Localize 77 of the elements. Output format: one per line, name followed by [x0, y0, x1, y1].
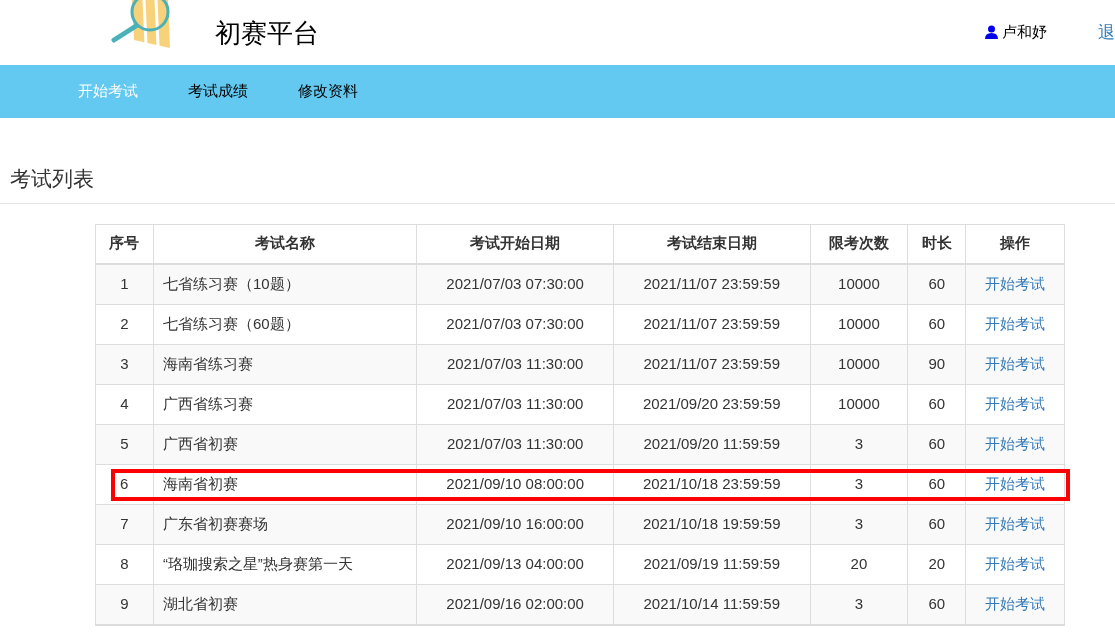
column-header: 操作 — [999, 233, 1032, 254]
table-cell: 90 — [908, 344, 967, 384]
table-cell: 2021/09/19 11:59:59 — [613, 544, 811, 584]
table-cell: 2021/10/18 19:59:59 — [613, 504, 811, 544]
table-cell: 60 — [908, 384, 967, 424]
table-cell: 2021/11/07 23:59:59 — [613, 264, 811, 304]
table-cell: 2021/09/20 23:59:59 — [613, 384, 811, 424]
table-cell: 广西省练习赛 — [153, 384, 418, 424]
table-cell: 1 — [96, 264, 154, 304]
table-cell: 3 — [810, 504, 909, 544]
table-cell: 2021/09/10 16:00:00 — [417, 504, 614, 544]
column-header: 考试开始日期 — [417, 224, 614, 263]
table-cell: 2021/11/07 23:59:59 — [613, 344, 811, 384]
table-cell: 6 — [96, 464, 154, 504]
table-cell: 七省练习赛（60题） — [153, 304, 418, 344]
table-cell: 3 — [810, 424, 909, 464]
site-title: 初赛平台 — [215, 17, 319, 50]
table-cell: 2021/07/03 07:30:00 — [417, 304, 614, 344]
start-exam-link[interactable]: 开始考试 — [985, 312, 1046, 336]
user-name: 卢和妤 — [1002, 22, 1047, 42]
table-cell: 2021/10/18 23:59:59 — [613, 464, 811, 504]
table-cell: 3 — [810, 584, 909, 624]
table-cell: 10000 — [810, 264, 909, 304]
start-exam-link[interactable]: 开始考试 — [985, 392, 1046, 416]
table-cell: 2021/11/07 23:59:59 — [613, 304, 811, 344]
table-cell: 2021/09/20 11:59:59 — [613, 424, 811, 464]
start-exam-link[interactable]: 开始考试 — [985, 432, 1046, 456]
section-heading: 考试列表 — [10, 167, 94, 190]
table-cell: 2021/09/13 04:00:00 — [417, 544, 614, 584]
table-cell: 4 — [96, 384, 154, 424]
table-cell: 2021/07/03 11:30:00 — [417, 344, 614, 384]
table-cell: 8 — [96, 544, 154, 584]
column-header: 时长 — [908, 224, 967, 263]
nav-tab[interactable]: 修改资料 — [283, 80, 373, 103]
start-exam-link[interactable]: 开始考试 — [985, 472, 1046, 496]
table-cell: 60 — [908, 504, 967, 544]
table-cell: 2021/07/03 07:30:00 — [417, 264, 614, 304]
table-cell: 广西省初赛 — [153, 424, 418, 464]
table-cell: 2 — [96, 304, 154, 344]
column-header: 考试结束日期 — [613, 224, 811, 263]
table-cell: 2021/07/03 11:30:00 — [417, 384, 614, 424]
table-cell: 20 — [810, 544, 909, 584]
logout-link[interactable]: 退 — [1098, 20, 1115, 46]
table-cell: “珞珈搜索之星”热身赛第一天 — [153, 544, 418, 584]
column-header: 考试名称 — [153, 224, 418, 263]
table-cell: 2021/07/03 11:30:00 — [417, 424, 614, 464]
start-exam-link[interactable]: 开始考试 — [985, 592, 1046, 616]
user-icon — [985, 25, 998, 40]
table-cell: 20 — [908, 544, 967, 584]
table-cell: 60 — [908, 304, 967, 344]
table-cell: 广东省初赛赛场 — [153, 504, 418, 544]
table-cell: 60 — [908, 584, 967, 624]
table-cell: 5 — [96, 424, 154, 464]
column-header: 序号 — [96, 224, 154, 263]
table-cell: 七省练习赛（10题） — [153, 264, 418, 304]
table-cell: 2021/09/16 02:00:00 — [417, 584, 614, 624]
nav-tab[interactable]: 考试成绩 — [173, 80, 263, 103]
table-cell: 3 — [96, 344, 154, 384]
table-cell: 10000 — [810, 344, 909, 384]
table-cell: 2021/10/14 11:59:59 — [613, 584, 811, 624]
start-exam-link[interactable]: 开始考试 — [985, 272, 1046, 296]
table-cell: 2021/09/10 08:00:00 — [417, 464, 614, 504]
table-cell: 湖北省初赛 — [153, 584, 418, 624]
start-exam-link[interactable]: 开始考试 — [985, 512, 1046, 536]
table-cell: 60 — [908, 424, 967, 464]
table-cell: 海南省初赛 — [153, 464, 418, 504]
start-exam-link[interactable]: 开始考试 — [985, 552, 1046, 576]
table-cell: 60 — [908, 264, 967, 304]
table-cell: 60 — [908, 464, 967, 504]
table-cell: 海南省练习赛 — [153, 344, 418, 384]
table-cell: 3 — [810, 464, 909, 504]
table-cell: 9 — [96, 584, 154, 624]
start-exam-link[interactable]: 开始考试 — [985, 352, 1046, 376]
table-cell: 10000 — [810, 304, 909, 344]
column-header: 限考次数 — [810, 224, 909, 263]
table-cell: 10000 — [810, 384, 909, 424]
table-cell: 7 — [96, 504, 154, 544]
